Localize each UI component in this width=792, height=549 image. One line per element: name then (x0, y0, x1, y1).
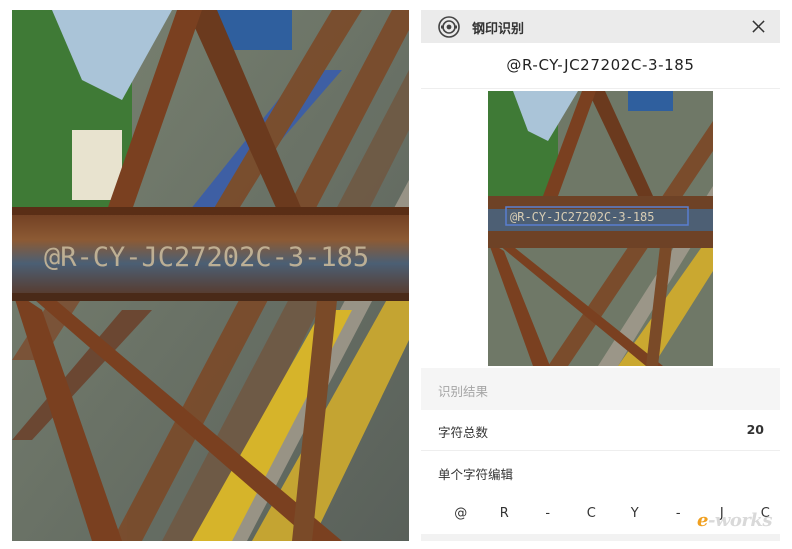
watermark-logo: e-works (697, 510, 773, 531)
char-cell[interactable]: Y (613, 498, 657, 530)
char-edit-row: 单个字符编辑 (421, 452, 780, 492)
app-title: 钢印识别 (472, 22, 525, 37)
char-cell[interactable]: @ (439, 498, 483, 530)
steel-bar-photo: @R-CY-JC27202C-3-185 (12, 10, 409, 541)
photo-thumbnail: @R-CY-JC27202C-3-185 (488, 91, 713, 366)
photo-scene: @R-CY-JC27202C-3-185 (12, 10, 409, 541)
char-edit-label: 单个字符编辑 (438, 467, 514, 482)
close-icon (751, 19, 765, 33)
char-cell[interactable]: - (526, 498, 570, 530)
title-bar: 钢印识别 (421, 10, 780, 43)
total-chars-row: 字符总数 20 (421, 410, 780, 450)
char-cell[interactable]: C (570, 498, 614, 530)
divider (421, 450, 780, 451)
seal-icon (438, 16, 460, 38)
char-cell[interactable]: R (483, 498, 527, 530)
thumbnail-code-overlay: @R-CY-JC27202C-3-185 (510, 210, 655, 224)
engraved-code: @R-CY-JC27202C-3-185 (44, 242, 369, 273)
total-chars-value: 20 (746, 422, 764, 437)
recognized-code: @R-CY-JC27202C-3-185 (506, 56, 695, 74)
section-title: 识别结果 (438, 384, 489, 399)
thumbnail-scene: @R-CY-JC27202C-3-185 (488, 91, 713, 366)
close-button[interactable] (746, 14, 770, 38)
total-chars-label: 字符总数 (438, 425, 489, 440)
result-section-header: 识别结果 (421, 368, 780, 410)
bottom-strip (421, 534, 780, 541)
char-cell[interactable]: - (657, 498, 701, 530)
divider (421, 88, 780, 89)
recognition-panel: 钢印识别 @R-CY-JC27202C-3-185 @R-CY-JC27202C… (421, 10, 780, 541)
